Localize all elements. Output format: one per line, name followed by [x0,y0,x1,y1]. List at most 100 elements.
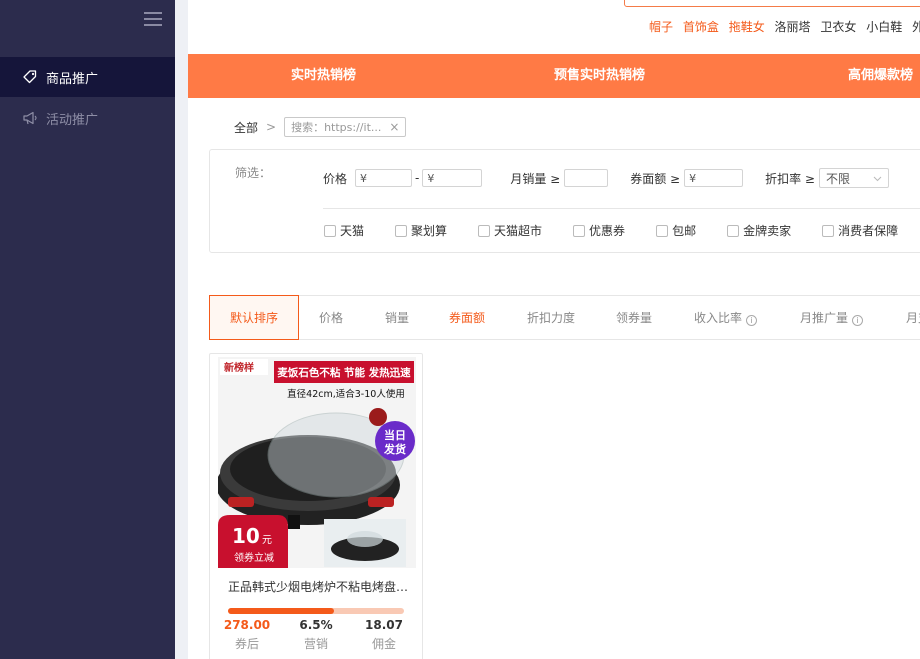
product-image[interactable]: 新榜样 麦饭石色不粘 节能 发热迅速 直径42cm,适合3-10人使用 当日 发… [218,357,416,568]
hot-word-link[interactable]: 小白鞋 [866,20,902,34]
product-title[interactable]: 正品韩式少烟电烤炉不粘电烤盘家用 [228,578,410,595]
sort-coupon-amount[interactable]: 券面额 [449,296,485,340]
megaphone-icon [22,110,38,126]
headline-text: 麦饭石色不粘 节能 发热迅速 [277,366,411,379]
coupon-label: 券面额 ≥ [630,171,681,186]
sales-rate-label: 营销 [303,637,328,651]
tab-presale-hot[interactable]: 预售实时热销榜 [554,54,645,98]
checkbox-box[interactable] [478,224,491,237]
coupon-amount-text: 10 [232,524,260,548]
hot-word-link[interactable]: 帽子 [649,20,673,34]
monthly-sales-input[interactable] [564,169,609,187]
checkbox-free-shipping[interactable]: 包邮 [656,222,696,239]
coupon-text: 领券立减 [234,551,274,564]
checkbox-tmall-supermarket[interactable]: 天猫超市 [478,222,542,239]
discount-select[interactable]: 不限 [818,168,889,188]
checkbox-box[interactable] [727,224,740,237]
coupon-unit-text: 元 [262,535,272,546]
hot-word-link[interactable]: 外 [912,20,920,34]
sales-rate-value: 6.5% [299,618,333,632]
hot-word-link[interactable]: 卫衣女 [820,20,856,34]
commission-value: 18.07 [365,618,403,632]
gutter [175,0,188,659]
hot-word-link[interactable]: 首饰盒 [683,20,719,34]
checkbox-row: 天猫 聚划算 天猫超市 优惠券 包邮 金牌卖家 消费者保障 [324,222,898,239]
checkbox-label: 天猫超市 [494,224,543,238]
product-card[interactable]: 新榜样 麦饭石色不粘 节能 发热迅速 直径42cm,适合3-10人使用 当日 发… [209,353,423,659]
info-icon[interactable]: i [746,315,758,326]
filter-row: 价格 ¥ - ¥ 月销量 ≥ 券面额 ≥ ¥ 折扣率 ≥ 不限 ↓ [323,168,920,188]
breadcrumb: 全部 > 搜索：https://it... × [234,117,407,137]
checkbox-box[interactable] [395,224,408,237]
sort-label: 月推广量 [800,311,849,325]
sort-discount[interactable]: 折扣力度 [527,296,575,340]
main-content: 帽子 首饰盒 拖鞋女 洛丽塔 卫衣女 小白鞋 外 实时热销榜 预售实时热销榜 高… [188,0,920,659]
price-max-input[interactable]: ¥ [422,169,483,187]
breadcrumb-all[interactable]: 全部 [234,119,258,136]
tag-icon [22,69,38,85]
stat-sales-rate: 6.5% 营销 [286,618,346,652]
price-label: 券后 [234,637,259,651]
chevron-down-icon [873,171,882,185]
sidebar-item-label: 活动推广 [46,112,99,128]
sort-price[interactable]: 价格 [319,296,343,340]
chevron-right-icon: > [266,120,277,134]
sidebar-item-activity-promotion[interactable]: 活动推广 [0,98,175,138]
hot-search-words: 帽子 首饰盒 拖鞋女 洛丽塔 卫衣女 小白鞋 外 [649,18,920,35]
checkbox-label: 天猫 [340,224,365,238]
search-input[interactable] [624,0,920,7]
checkbox-juhuasuan[interactable]: 聚划算 [395,222,447,239]
hot-word-link[interactable]: 洛丽塔 [775,20,811,34]
size-text: 直径42cm,适合3-10人使用 [287,388,405,400]
sort-label: 收入比率 [694,311,743,325]
sort-monthly-promo[interactable]: 月推广量 i [800,296,864,340]
checkbox-label: 金牌卖家 [743,224,792,238]
progress-fill [228,608,334,614]
price-label: 价格 [323,171,348,186]
filter-divider [323,208,920,209]
info-icon[interactable]: i [852,315,864,326]
menu-toggle-icon[interactable] [144,12,162,26]
checkbox-label: 优惠券 [589,224,626,238]
sidebar: 商品推广 活动推广 [0,0,175,659]
stat-commission: 18.07 佣金 [354,618,414,652]
search-filter-chip: 搜索：https://it... × [284,117,407,137]
checkbox-tmall[interactable]: 天猫 [324,222,364,239]
checkbox-box[interactable] [822,224,835,237]
chip-label: 搜索：https://it... [291,121,382,134]
close-icon[interactable]: × [389,120,399,134]
checkbox-label: 消费者保障 [838,224,899,238]
tab-realtime-hot[interactable]: 实时热销榜 [291,54,356,98]
checkbox-box[interactable] [656,224,669,237]
badge-text: 当日 [384,428,406,442]
checkbox-box[interactable] [324,224,336,237]
sidebar-item-product-promotion[interactable]: 商品推广 [0,57,175,97]
price-value: 278.00 [223,618,271,632]
price-min-input[interactable]: ¥ [355,169,413,187]
sort-coupon-claimed[interactable]: 领券量 [616,296,652,340]
checkbox-gold-seller[interactable]: 金牌卖家 [727,222,791,239]
stat-price: 278.00 券后 [217,618,277,652]
sort-income-ratio[interactable]: 收入比率 i [694,296,758,340]
monthly-sales-label: 月销量 ≥ [510,171,561,186]
filter-panel: 筛选： 价格 ¥ - ¥ 月销量 ≥ 券面额 ≥ ¥ 折扣率 ≥ 不限 ↓ 天猫… [209,149,920,253]
coupon-input[interactable]: ¥ [684,169,744,187]
brand-text: 新榜样 [224,361,254,374]
sort-monthly-pay[interactable]: 月支 [906,296,920,340]
checkbox-consumer-protection[interactable]: 消费者保障 [822,222,898,239]
commission-label: 佣金 [371,637,396,651]
discount-value: 不限 [825,171,850,186]
checkbox-coupon[interactable]: 优惠券 [573,222,625,239]
sort-sales[interactable]: 销量 [385,296,409,340]
checkbox-box[interactable] [573,224,586,237]
tab-high-commission[interactable]: 高佣爆款榜 [848,54,913,98]
badge-text: 发货 [383,442,406,456]
checkbox-label: 聚划算 [411,224,448,238]
sidebar-item-label: 商品推广 [46,71,99,87]
price-separator: - [415,171,420,185]
hot-word-link[interactable]: 拖鞋女 [729,20,765,34]
sort-bar: 默认排序 价格 销量 券面额 折扣力度 领券量 收入比率i 月推广量i 月支 [209,295,920,340]
sort-default[interactable]: 默认排序 [209,295,299,340]
sales-progress-bar [228,608,404,614]
discount-label: 折扣率 ≥ [765,171,815,186]
